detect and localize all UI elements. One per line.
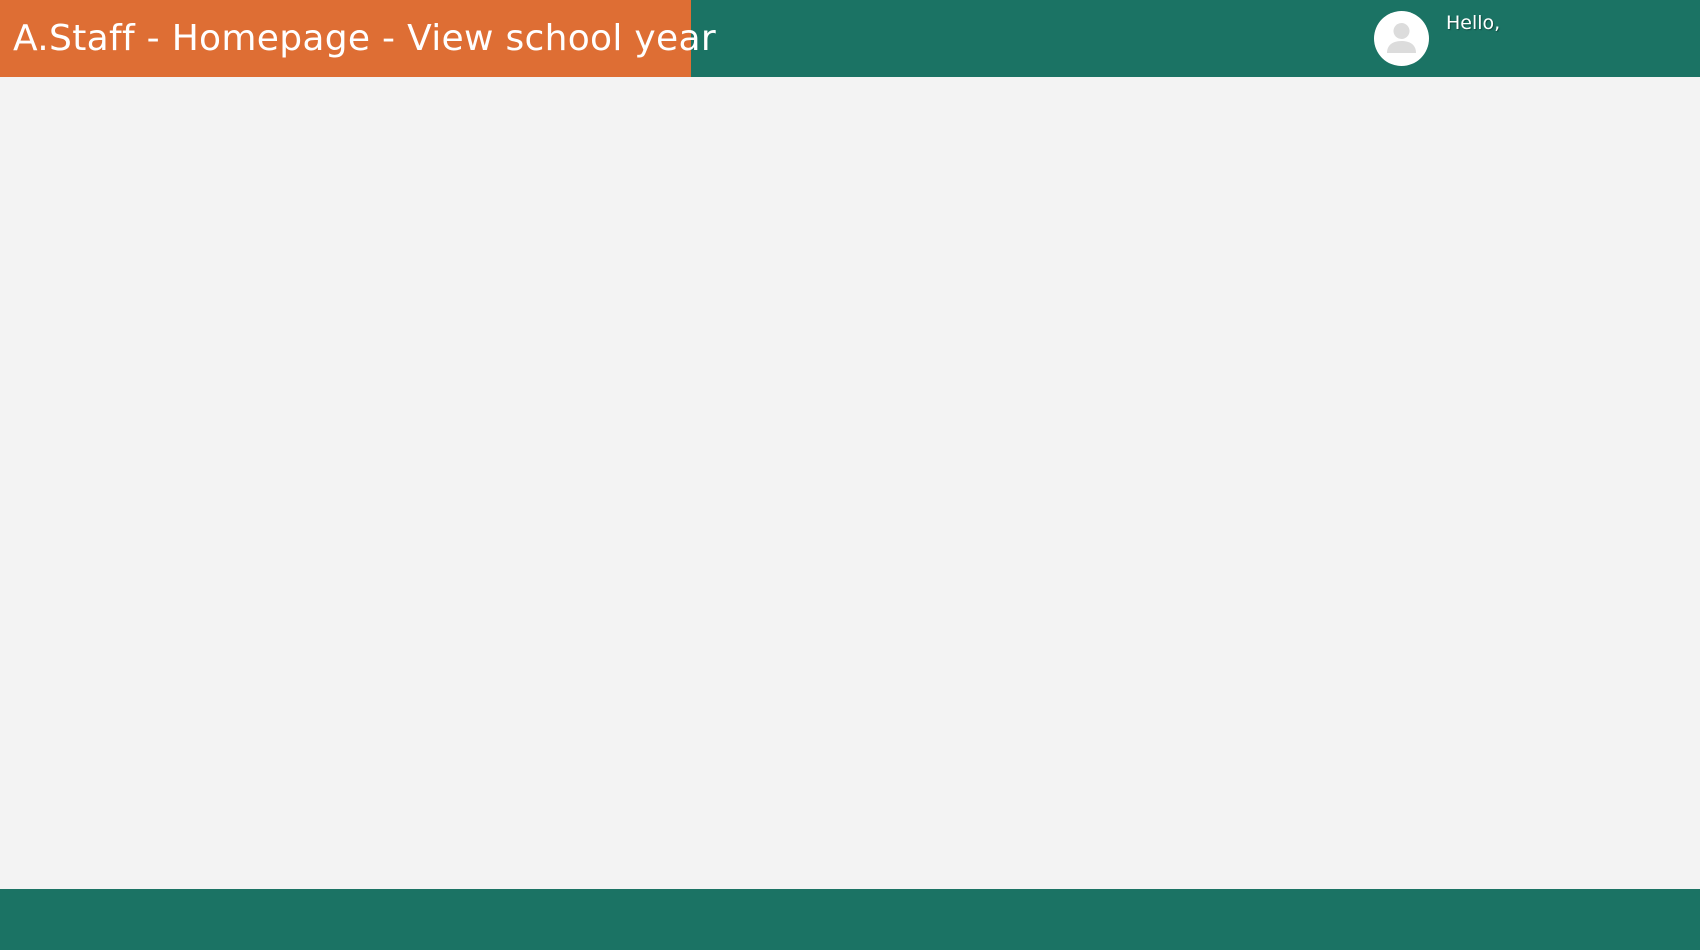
main-content <box>0 77 1700 889</box>
top-header: A.Staff - Homepage - View school year He… <box>0 0 1700 77</box>
footer <box>0 889 1700 950</box>
user-greeting: Hello, <box>1446 12 1501 34</box>
title-block: A.Staff - Homepage - View school year <box>0 0 716 77</box>
user-avatar-icon[interactable] <box>1374 11 1429 66</box>
page-title: A.Staff - Homepage - View school year <box>13 18 716 59</box>
